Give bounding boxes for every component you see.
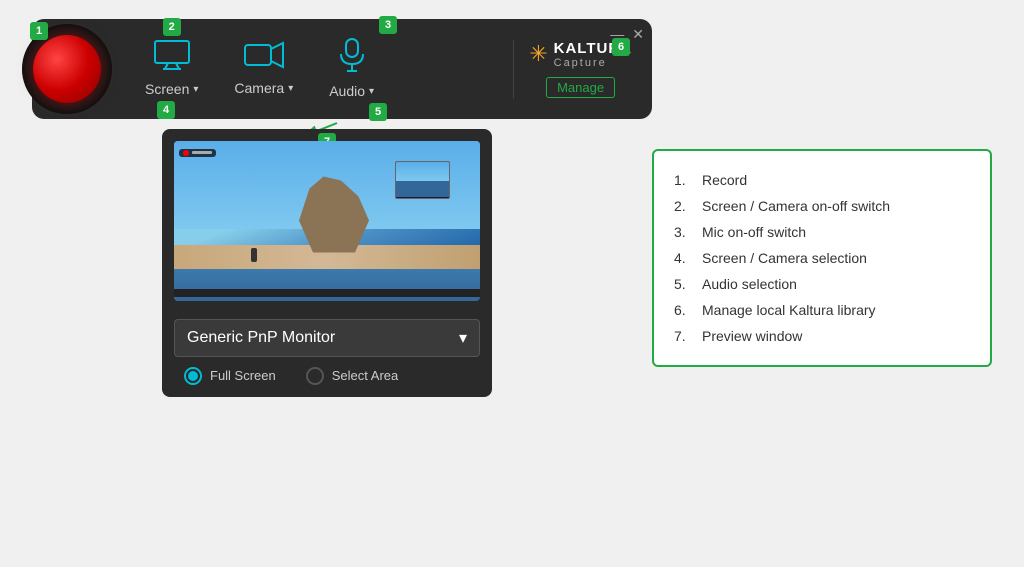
- preview-person: [251, 248, 257, 262]
- info-item-num: 1.: [674, 172, 694, 188]
- info-item-text: Preview window: [702, 328, 802, 344]
- audio-text: Audio: [329, 83, 365, 99]
- audio-control-group: 3 Audio ▾ 5: [311, 38, 392, 99]
- info-item-text: Record: [702, 172, 747, 188]
- full-screen-label: Full Screen: [210, 368, 276, 383]
- info-list-item: 1. Record: [674, 167, 970, 193]
- screen-chevron: ▾: [193, 84, 198, 95]
- info-list-item: 3. Mic on-off switch: [674, 219, 970, 245]
- badge-5: 5: [369, 103, 387, 121]
- info-list-item: 4. Screen / Camera selection: [674, 245, 970, 271]
- preview-bar: [192, 151, 212, 154]
- info-item-text: Manage local Kaltura library: [702, 302, 876, 318]
- info-box: 1. Record 2. Screen / Camera on-off switch 3…: [652, 149, 992, 367]
- select-area-radio-circle: [306, 367, 324, 385]
- info-item-text: Mic on-off switch: [702, 224, 806, 240]
- info-item-num: 5.: [674, 276, 694, 292]
- monitor-label: Generic PnP Monitor: [187, 329, 335, 347]
- screen-text: Screen: [145, 81, 189, 97]
- info-item-text: Audio selection: [702, 276, 797, 292]
- info-item-num: 6.: [674, 302, 694, 318]
- preview-image: [174, 141, 480, 301]
- badge-1: 1: [30, 22, 48, 40]
- kaltura-star-icon: ✳: [529, 41, 547, 67]
- camera-text: Camera: [234, 80, 284, 96]
- info-list-item: 5. Audio selection: [674, 271, 970, 297]
- screen-control-group: 2 Screen ▾ 4: [127, 40, 216, 97]
- camera-chevron: ▾: [288, 83, 293, 94]
- audio-chevron: ▾: [369, 86, 374, 97]
- preview-wrapper: 7: [174, 141, 480, 301]
- preview-toolbar-mini: [179, 149, 216, 157]
- audio-icon: [339, 38, 365, 79]
- info-item-num: 7.: [674, 328, 694, 344]
- camera-control-group: Camera ▾: [216, 41, 311, 96]
- select-area-label: Select Area: [332, 368, 399, 383]
- screen-icon: [154, 40, 190, 77]
- dropdown-panel: 7 Generic PnP Monitor ▾: [162, 129, 492, 397]
- main-container: 1 2 Screen ▾: [32, 19, 992, 549]
- controls: 2 Screen ▾ 4: [127, 38, 498, 99]
- record-button[interactable]: [33, 35, 101, 103]
- info-list-item: 6. Manage local Kaltura library: [674, 297, 970, 323]
- toolbar: 1 2 Screen ▾: [32, 19, 652, 119]
- info-item-num: 3.: [674, 224, 694, 240]
- preview-rec-dot: [183, 150, 189, 156]
- kaltura-section: 6 ✳ KALTURA Capture Manage: [513, 40, 632, 98]
- screen-label[interactable]: Screen ▾: [145, 81, 198, 97]
- preview-mini-window: [395, 161, 450, 199]
- record-btn-wrapper: 1: [22, 24, 112, 114]
- full-screen-radio[interactable]: Full Screen: [184, 367, 276, 385]
- manage-link[interactable]: Manage: [546, 77, 615, 98]
- info-list-item: 2. Screen / Camera on-off switch: [674, 193, 970, 219]
- monitor-chevron-icon: ▾: [459, 328, 467, 348]
- minimize-button[interactable]: —: [610, 27, 624, 41]
- info-list: 1. Record 2. Screen / Camera on-off switch 3…: [674, 167, 970, 349]
- preview-mini-sky: [396, 162, 449, 182]
- info-item-text: Screen / Camera selection: [702, 250, 867, 266]
- monitor-select-dropdown[interactable]: Generic PnP Monitor ▾: [174, 319, 480, 357]
- badge-2: 2: [163, 18, 181, 36]
- camera-icon: [244, 41, 284, 76]
- camera-label-text[interactable]: Camera ▾: [234, 80, 293, 96]
- radio-group: Full Screen Select Area: [174, 367, 480, 385]
- preview-controls-bar: [174, 289, 480, 297]
- badge-4: 4: [157, 101, 175, 119]
- audio-label-text[interactable]: Audio ▾: [329, 83, 374, 99]
- badge-3: 3: [379, 16, 397, 34]
- info-item-text: Screen / Camera on-off switch: [702, 198, 890, 214]
- window-controls: — ✕: [610, 27, 644, 41]
- preview-mini-water: [396, 181, 449, 197]
- info-item-num: 4.: [674, 250, 694, 266]
- full-screen-radio-circle: [184, 367, 202, 385]
- kaltura-sub: Capture: [554, 57, 632, 69]
- info-list-item: 7. Preview window: [674, 323, 970, 349]
- close-button[interactable]: ✕: [632, 27, 644, 41]
- select-area-radio[interactable]: Select Area: [306, 367, 399, 385]
- info-item-num: 2.: [674, 198, 694, 214]
- full-screen-radio-inner: [188, 371, 198, 381]
